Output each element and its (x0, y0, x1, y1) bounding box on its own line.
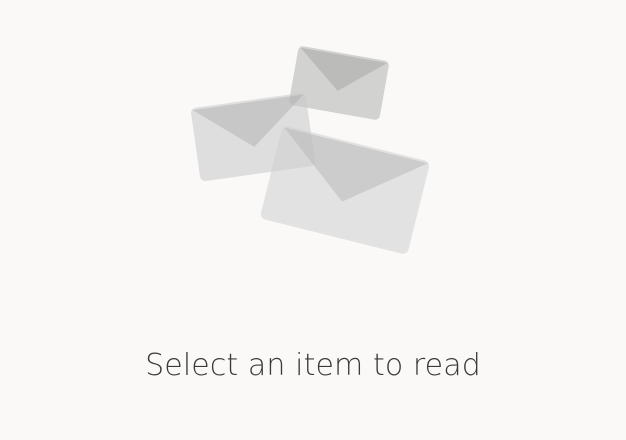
envelope-icon (260, 126, 430, 254)
envelopes-icon (191, 46, 430, 254)
reading-pane: Select an item to read (0, 0, 626, 440)
empty-state-message: Select an item to read (145, 348, 481, 383)
